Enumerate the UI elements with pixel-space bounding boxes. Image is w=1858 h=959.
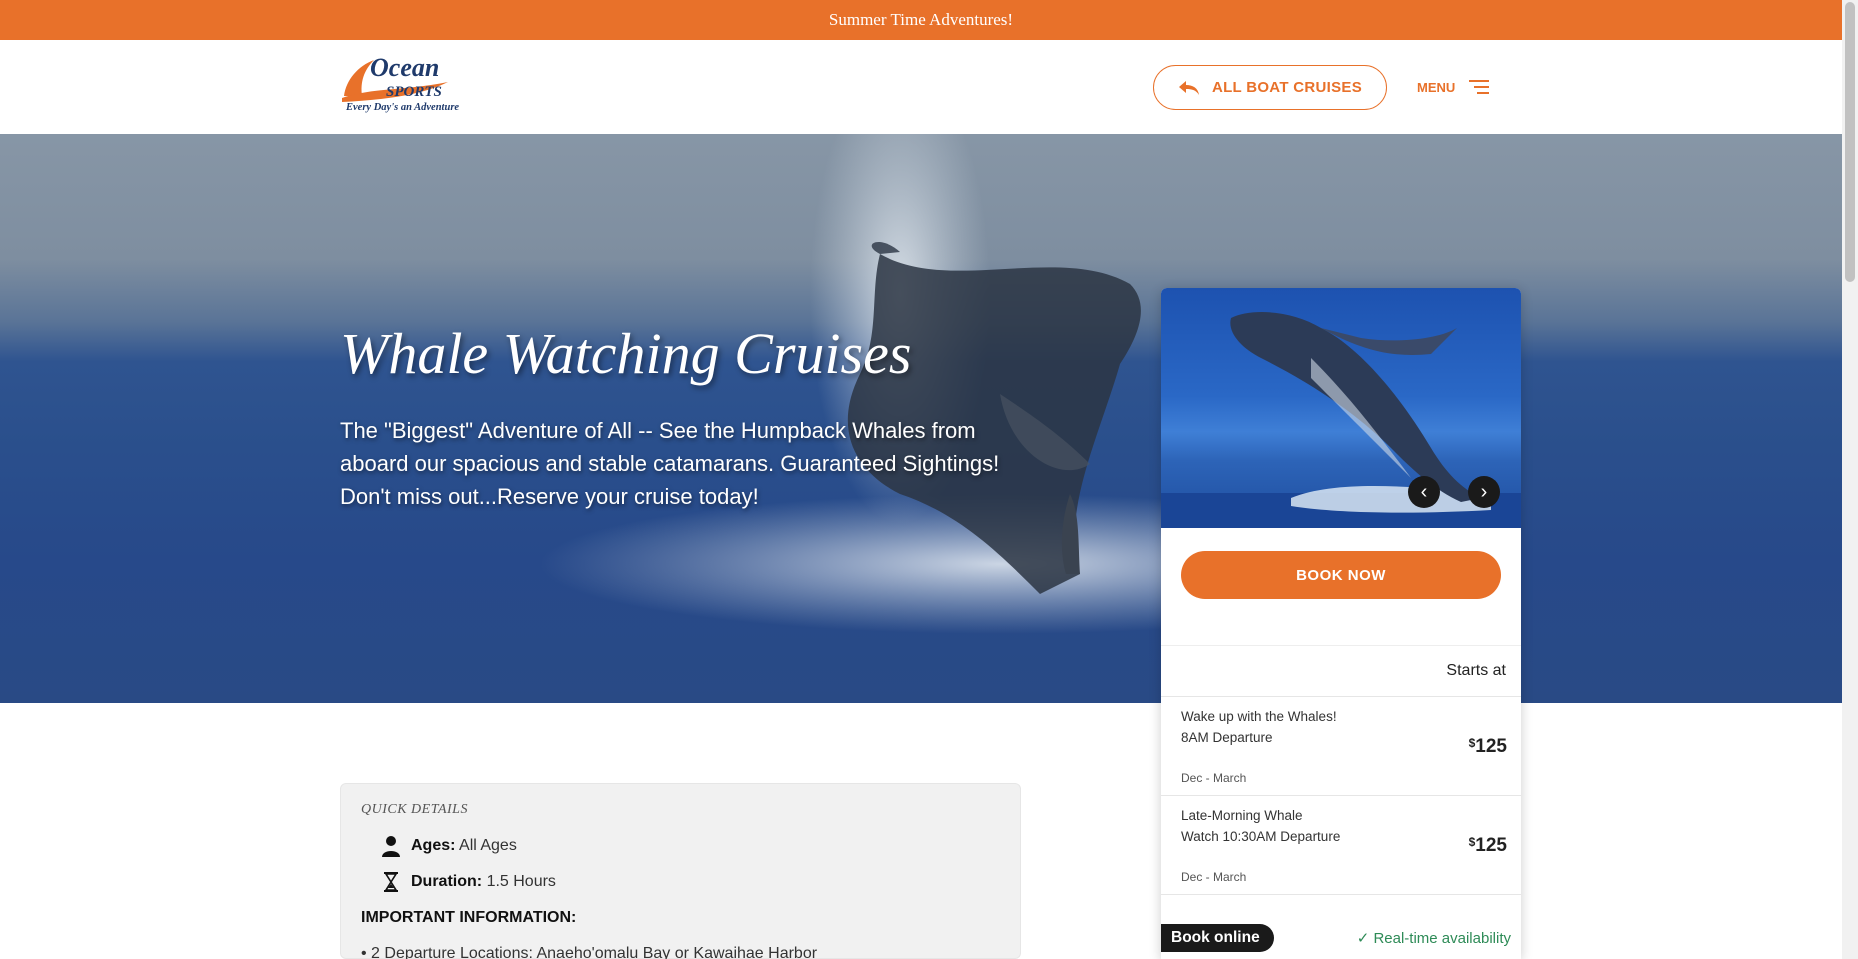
starts-at-label: Starts at (1161, 645, 1521, 697)
realtime-availability: ✓ Real-time availability (1357, 929, 1511, 947)
svg-text:SPORTS: SPORTS (386, 84, 442, 100)
check-icon: ✓ (1356, 930, 1370, 947)
hero-banner: Whale Watching Cruises The "Biggest" Adv… (0, 134, 1842, 703)
duration-label: Duration: (411, 873, 483, 890)
ages-label: Ages: (411, 837, 456, 854)
logo-graphic: Ocean SPORTS (342, 53, 448, 102)
hourglass-icon (384, 872, 398, 892)
tour-option-price: $125 (1469, 835, 1507, 857)
duration-row: Duration: 1.5 Hours (381, 871, 556, 893)
all-boat-cruises-button[interactable]: ALL BOAT CRUISES (1153, 65, 1387, 110)
tour-option-name: Late-Morning Whale Watch 10:30AM Departu… (1181, 808, 1341, 844)
carousel-prev-button[interactable]: ‹ (1408, 476, 1440, 508)
tour-option-price: $125 (1469, 736, 1507, 758)
announcement-bar: Summer Time Adventures! (0, 0, 1842, 40)
chevron-right-icon: › (1480, 480, 1488, 503)
tour-option[interactable]: Late-Morning Whale Watch 10:30AM Departu… (1161, 796, 1521, 895)
quick-details-panel: QUICK DETAILS Ages: All Ages Duration: 1… (340, 783, 1021, 959)
price-value: 125 (1475, 736, 1507, 757)
all-boat-cruises-label: ALL BOAT CRUISES (1211, 79, 1363, 96)
info-bullet-text: 2 Departure Locations: Anaeho'omalu Bay … (371, 945, 818, 959)
carousel-next-button[interactable]: › (1468, 476, 1500, 508)
whale-photo-carousel: ‹ › (1161, 288, 1521, 528)
logo-tagline: Every Day's an Adventure (346, 102, 460, 113)
quick-details-label: QUICK DETAILS (361, 802, 468, 817)
hamburger-icon (1469, 80, 1490, 94)
duration-value: 1.5 Hours (486, 873, 556, 890)
scrollbar-thumb[interactable] (1845, 2, 1855, 282)
price-value: 125 (1475, 835, 1507, 856)
chevron-left-icon: ‹ (1420, 480, 1428, 503)
page-title: Whale Watching Cruises (340, 321, 912, 386)
site-header: Ocean SPORTS Every Day's an Adventure AL… (0, 40, 1842, 134)
realtime-label: Real-time availability (1373, 930, 1511, 947)
tour-option[interactable]: Wake up with the Whales! 8AM Departure D… (1161, 697, 1521, 796)
menu-label: MENU (1417, 79, 1456, 95)
menu-button[interactable]: MENU (1417, 76, 1490, 98)
hero-subtitle: The "Biggest" Adventure of All -- See th… (340, 418, 1000, 509)
svg-text:Ocean: Ocean (370, 53, 439, 82)
tour-option-name: Wake up with the Whales! 8AM Departure (1181, 709, 1337, 745)
tour-option-season: Dec - March (1181, 771, 1247, 785)
person-icon (382, 836, 400, 857)
ocean-sports-logo[interactable]: Ocean SPORTS Every Day's an Adventure (340, 52, 476, 122)
announcement-text: Summer Time Adventures! (828, 10, 1014, 29)
important-info-heading: IMPORTANT INFORMATION: (361, 909, 577, 926)
ages-row: Ages: All Ages (381, 835, 517, 857)
tour-option-season: Dec - March (1181, 870, 1247, 884)
book-now-button[interactable]: BOOK NOW (1181, 551, 1501, 599)
booking-card: ‹ › BOOK NOW Starts at Wake up with the … (1161, 288, 1521, 959)
ages-value: All Ages (459, 837, 517, 854)
book-online-badge[interactable]: Book online (1161, 924, 1274, 952)
info-bullet: • 2 Departure Locations: Anaeho'omalu Ba… (361, 945, 817, 959)
page-scrollbar[interactable] (1842, 0, 1858, 959)
back-arrow-icon (1178, 80, 1199, 95)
whale-breach-image (1161, 312, 1521, 528)
